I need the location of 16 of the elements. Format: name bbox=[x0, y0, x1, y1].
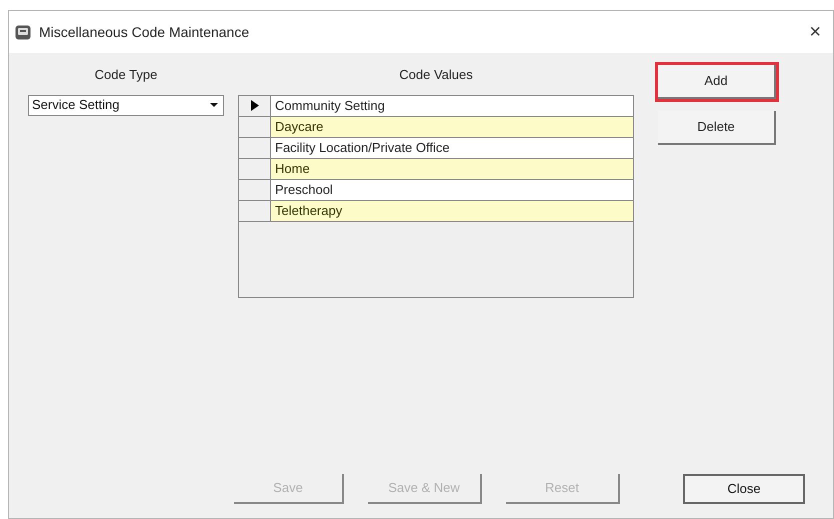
delete-button[interactable]: Delete bbox=[658, 111, 776, 145]
close-button[interactable]: × bbox=[805, 22, 825, 42]
row-pointer-icon bbox=[250, 100, 258, 111]
code-value-cell[interactable]: Facility Location/Private Office bbox=[271, 138, 633, 158]
window-icon bbox=[15, 24, 31, 40]
add-button[interactable]: Add bbox=[658, 65, 776, 99]
code-value-cell[interactable]: Daycare bbox=[271, 116, 633, 136]
code-value-cell[interactable]: Home bbox=[271, 158, 633, 178]
window-title: Miscellaneous Code Maintenance bbox=[39, 22, 250, 42]
code-type-dropdown[interactable]: Service Setting bbox=[28, 94, 224, 116]
code-value-cell[interactable]: Preschool bbox=[271, 180, 633, 200]
code-type-label: Code Type bbox=[94, 66, 158, 84]
code-value-cell[interactable]: Teletherapy bbox=[271, 200, 633, 220]
close-dialog-button[interactable]: Close bbox=[683, 474, 805, 504]
code-values-label: Code Values bbox=[398, 66, 474, 84]
code-value-cell[interactable]: Community Setting bbox=[271, 96, 633, 116]
